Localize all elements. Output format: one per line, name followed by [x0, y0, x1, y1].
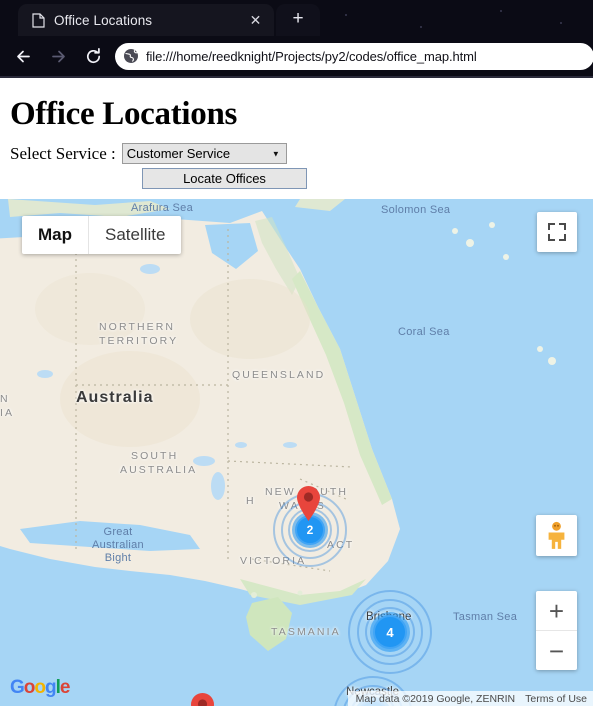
tab-title: Office Locations [54, 12, 153, 28]
globe-icon [123, 48, 139, 64]
close-icon[interactable]: ✕ [247, 12, 264, 29]
decor-dot [560, 22, 562, 24]
zoom-out-button[interactable]: − [536, 631, 577, 670]
cluster-count: 4 [373, 615, 407, 649]
map-pin-marker[interactable] [189, 691, 216, 706]
logo-letter: o [23, 677, 36, 698]
terms-of-use-link[interactable]: Terms of Use [525, 693, 587, 705]
forward-arrow-icon[interactable] [45, 43, 71, 69]
service-row: Select Service : Customer Service ▼ [10, 143, 593, 164]
zoom-controls: + − [536, 591, 577, 670]
service-select[interactable]: Customer Service [121, 143, 287, 164]
reload-icon[interactable] [80, 43, 106, 69]
new-tab-button[interactable]: + [276, 4, 320, 36]
decor-dot [500, 10, 502, 12]
browser-window: Office Locations ✕ + file:///home/reedkn… [0, 0, 593, 78]
service-select-wrapper: Customer Service ▼ [121, 143, 287, 164]
map-type-satellite-button[interactable]: Satellite [89, 216, 181, 254]
map-type-map-button[interactable]: Map [22, 216, 88, 254]
street-view-pegman-icon[interactable] [536, 515, 577, 556]
logo-letter: G [10, 677, 25, 698]
url-text: file:///home/reedknight/Projects/py2/cod… [146, 48, 477, 64]
tab-strip: Office Locations ✕ + [0, 0, 593, 36]
fullscreen-icon[interactable] [537, 212, 577, 252]
page-icon [32, 12, 45, 28]
locate-offices-button[interactable]: Locate Offices [142, 168, 307, 189]
map-pin-marker[interactable] [295, 484, 322, 527]
map-attribution: Map data ©2019 Google, ZENRIN Terms of U… [347, 691, 593, 706]
back-arrow-icon[interactable] [10, 43, 36, 69]
google-logo: Google [10, 677, 71, 699]
logo-letter: e [59, 677, 71, 698]
controls-area: Select Service : Customer Service ▼ Loca… [0, 141, 593, 195]
address-bar[interactable]: file:///home/reedknight/Projects/py2/cod… [115, 42, 593, 70]
browser-tab[interactable]: Office Locations ✕ [18, 4, 274, 36]
zoom-in-button[interactable]: + [536, 591, 577, 630]
decor-dot [345, 14, 347, 16]
page-content: Office Locations Select Service : Custom… [0, 78, 593, 706]
attribution-text: Map data ©2019 Google, ZENRIN [355, 693, 516, 705]
service-label: Select Service : [10, 143, 116, 163]
navigation-bar: file:///home/reedknight/Projects/py2/cod… [0, 36, 593, 76]
logo-letter: g [45, 677, 57, 698]
locate-row: Locate Offices [10, 168, 593, 189]
logo-letter: o [34, 677, 46, 698]
map-type-control: Map Satellite [22, 216, 182, 254]
map-terrain [0, 199, 556, 651]
google-map[interactable]: Arafura Sea Solomon Sea Coral Sea Tasman… [0, 199, 593, 706]
decor-dot [420, 26, 422, 28]
page-title: Office Locations [10, 96, 238, 132]
